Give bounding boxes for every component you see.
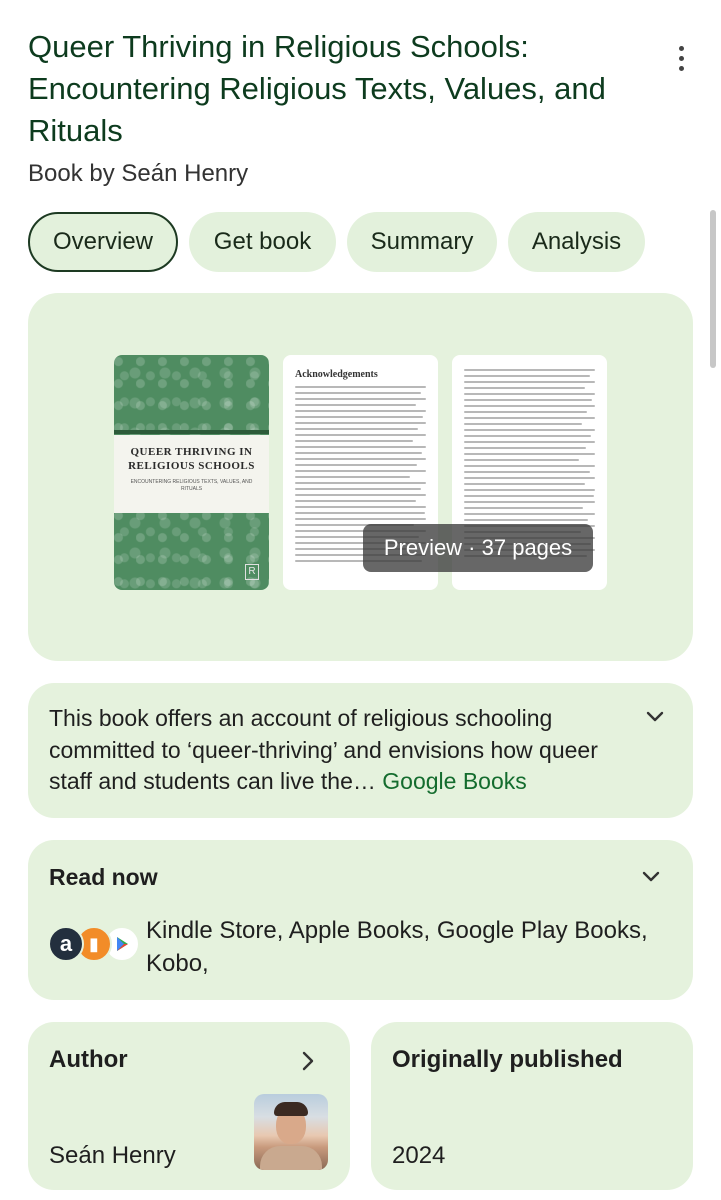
book-cover-image[interactable]: QUEER THRIVING IN RELIGIOUS SCHOOLS ENCO… — [114, 355, 269, 590]
preview-badge[interactable]: Preview · 37 pages — [363, 524, 593, 572]
cover-title-block: QUEER THRIVING IN RELIGIOUS SCHOOLS ENCO… — [114, 435, 269, 513]
cover-subtitle: ENCOUNTERING RELIGIOUS TEXTS, VALUES, AN… — [130, 479, 253, 492]
description-text: This book offers an account of religious… — [49, 703, 639, 798]
google-books-link[interactable]: Google Books — [382, 768, 526, 794]
book-title: Queer Thriving in Religious Schools: Enc… — [28, 29, 606, 148]
author-avatar[interactable] — [254, 1094, 328, 1170]
store-icons: a ▮ — [48, 926, 140, 962]
chevron-down-icon[interactable] — [643, 705, 667, 729]
page-heading: Acknowledgements — [295, 369, 378, 380]
chevron-right-icon[interactable] — [296, 1049, 320, 1073]
author-card[interactable]: Author Seán Henry — [28, 1022, 350, 1190]
author-name: Seán Henry — [49, 1142, 176, 1169]
cover-title: QUEER THRIVING IN RELIGIOUS SCHOOLS — [128, 446, 255, 472]
published-year: 2024 — [392, 1142, 446, 1169]
amazon-kindle-icon: a — [48, 926, 84, 962]
more-options-icon[interactable] — [666, 40, 696, 76]
cover-band — [114, 430, 269, 434]
chevron-down-icon[interactable] — [639, 865, 663, 889]
tab-get-book[interactable]: Get book — [189, 212, 336, 272]
published-label: Originally published — [392, 1046, 623, 1073]
tab-overview[interactable]: Overview — [28, 212, 178, 272]
read-now-card[interactable]: Read now a ▮ Kindle Store, Apple Books, … — [28, 840, 693, 1000]
book-subtitle: Book by Seán Henry — [28, 160, 249, 187]
tab-summary[interactable]: Summary — [347, 212, 497, 272]
tab-analysis[interactable]: Analysis — [508, 212, 645, 272]
tab-bar: Overview Get book Summary Analysis — [28, 212, 645, 272]
scrollbar[interactable] — [710, 210, 716, 368]
read-now-title: Read now — [49, 864, 158, 890]
publisher-logo-icon: R — [245, 564, 259, 580]
book-preview-card[interactable]: QUEER THRIVING IN RELIGIOUS SCHOOLS ENCO… — [28, 293, 693, 661]
store-list: Kindle Store, Apple Books, Google Play B… — [146, 917, 648, 977]
description-card[interactable]: This book offers an account of religious… — [28, 683, 693, 818]
published-card: Originally published 2024 — [371, 1022, 693, 1190]
author-label: Author — [49, 1046, 128, 1073]
